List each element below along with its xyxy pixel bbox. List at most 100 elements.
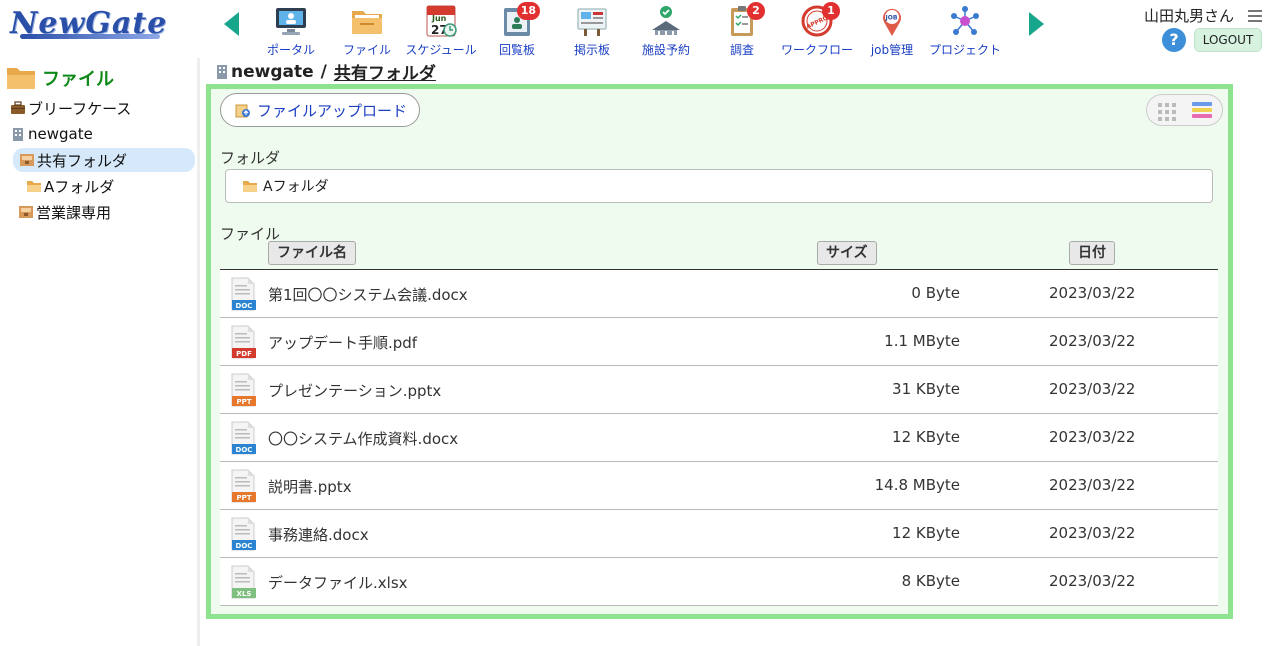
logout-button[interactable]: LOGOUT (1194, 28, 1262, 52)
app-schedule[interactable]: Jun 27 スケジュール (400, 4, 482, 57)
file-date: 2023/03/22 (1049, 332, 1136, 350)
app-file[interactable]: ファイル (326, 4, 408, 57)
file-size: 31 KByte (892, 380, 960, 398)
file-type-label: XLS (237, 590, 252, 598)
user-name[interactable]: 山田丸男さん (1144, 5, 1234, 26)
upload-button-label: ファイルアップロード (257, 101, 408, 120)
breadcrumb-separator: / (320, 61, 327, 82)
app-portal[interactable]: ポータル (250, 4, 332, 57)
newgate-logo[interactable]: NewGate (10, 6, 170, 42)
file-type-label: DOC (236, 542, 253, 550)
sidebar-item-a-folder[interactable]: Aフォルダ (26, 174, 114, 198)
file-type-label: PDF (236, 350, 252, 358)
calendar-icon: Jun 27 (424, 4, 458, 38)
survey-count-badge: 2 (747, 2, 765, 20)
file-list: DOC 第1回〇〇システム会議.docx 0 Byte 2023/03/22 PDF アッ… (220, 270, 1218, 606)
excel-icon: XLS (230, 565, 256, 599)
app-project[interactable]: プロジェクト (924, 4, 1006, 57)
file-name[interactable]: 〇〇システム作成資料.docx (268, 428, 458, 449)
app-circular[interactable]: 18 回覧板 (476, 2, 558, 57)
file-type-label: DOC (236, 446, 253, 454)
circular-board-icon: 18 (500, 2, 540, 38)
file-row[interactable]: DOC 〇〇システム作成資料.docx 12 KByte 2023/03/22 (220, 414, 1218, 462)
sidebar-item-label: Aフォルダ (44, 177, 115, 196)
file-date: 2023/03/22 (1049, 284, 1136, 302)
file-row[interactable]: PPT 説明書.pptx 14.8 MByte 2023/03/22 (220, 462, 1218, 510)
breadcrumb-root[interactable]: newgate (231, 62, 314, 82)
list-view-icon[interactable] (1192, 102, 1212, 120)
app-bulletin[interactable]: 掲示板 (551, 4, 633, 57)
file-row[interactable]: PDF アップデート手順.pdf 1.1 MByte 2023/03/22 (220, 318, 1218, 366)
file-name[interactable]: データファイル.xlsx (268, 572, 408, 593)
job-pin-icon: JOB (875, 4, 909, 38)
app-job[interactable]: JOB job管理 (851, 4, 933, 57)
file-date: 2023/03/22 (1049, 572, 1136, 590)
folder-icon (6, 65, 36, 91)
file-name[interactable]: アップデート手順.pdf (268, 332, 417, 353)
pdf-icon: PDF (230, 325, 256, 359)
file-date: 2023/03/22 (1049, 380, 1136, 398)
file-row[interactable]: XLS データファイル.xlsx 8 KByte 2023/03/22 (220, 558, 1218, 606)
folder-name: Aフォルダ (263, 179, 329, 195)
app-label: スケジュール (405, 43, 477, 57)
sidebar-item-briefcase[interactable]: ブリーフケース (10, 96, 131, 120)
app-label: 回覧板 (498, 43, 535, 57)
sidebar-item-label: newgate (28, 125, 93, 143)
file-name[interactable]: プレゼンテーション.pptx (268, 380, 441, 401)
building-icon (10, 127, 26, 141)
briefcase-icon (10, 101, 26, 115)
file-row[interactable]: DOC 事務連絡.docx 12 KByte 2023/03/22 (220, 510, 1218, 558)
shared-folder-icon (18, 205, 34, 219)
column-header-date[interactable]: 日付 (1069, 241, 1115, 265)
sidebar-item-newgate[interactable]: newgate (10, 122, 93, 146)
help-icon[interactable]: ? (1162, 28, 1186, 52)
survey-clipboard-icon: 2 (725, 2, 765, 38)
column-header-size[interactable]: サイズ (817, 241, 877, 265)
file-size: 12 KByte (892, 524, 960, 542)
nav-prev-arrow-icon[interactable] (224, 12, 239, 36)
file-row[interactable]: PPT プレゼンテーション.pptx 31 KByte 2023/03/22 (220, 366, 1218, 414)
file-type-label: PPT (236, 398, 251, 406)
folder-icon (26, 179, 42, 193)
job-pin-text: JOB (885, 15, 898, 22)
hamburger-menu-icon[interactable] (1248, 10, 1262, 22)
sidebar: ファイル ブリーフケース newgate 共有フォルダ Aフォルダ 営業課専用 (0, 58, 200, 646)
file-folder-icon (350, 4, 384, 38)
app-label: 掲示板 (573, 43, 610, 57)
sidebar-title-label: ファイル (42, 69, 114, 90)
file-size: 1.1 MByte (884, 332, 960, 350)
app-survey[interactable]: 2 調査 (701, 2, 783, 57)
shared-folder-icon (19, 153, 35, 167)
file-upload-button[interactable]: ファイルアップロード (220, 93, 420, 127)
file-name[interactable]: 第1回〇〇システム会議.docx (268, 284, 468, 305)
file-name[interactable]: 事務連絡.docx (268, 524, 369, 545)
grid-view-icon[interactable] (1158, 103, 1176, 121)
word-doc-icon: DOC (230, 277, 256, 311)
sidebar-item-shared-folder[interactable]: 共有フォルダ (13, 148, 195, 172)
folder-item-a[interactable]: Aフォルダ (225, 169, 1213, 203)
app-facility[interactable]: 施設予約 (625, 4, 707, 57)
sidebar-item-label: ブリーフケース (28, 99, 132, 118)
breadcrumb-current[interactable]: 共有フォルダ (334, 59, 436, 84)
building-icon (216, 64, 228, 79)
file-date: 2023/03/22 (1049, 428, 1136, 446)
file-row[interactable]: DOC 第1回〇〇システム会議.docx 0 Byte 2023/03/22 (220, 270, 1218, 318)
app-label: ワークフロー (780, 43, 853, 57)
project-network-icon (948, 4, 982, 38)
sidebar-title: ファイル (6, 62, 114, 94)
sidebar-item-label: 営業課専用 (36, 203, 112, 222)
bulletin-board-icon (575, 4, 609, 38)
powerpoint-icon: PPT (230, 469, 256, 503)
sidebar-item-sales[interactable]: 営業課専用 (18, 200, 111, 224)
circular-count-badge: 18 (516, 2, 540, 20)
approved-stamp-icon: APPROVED 1 (800, 2, 842, 38)
file-date: 2023/03/22 (1049, 524, 1136, 542)
column-header-name[interactable]: ファイル名 (268, 241, 356, 265)
app-label: プロジェクト (928, 43, 1001, 57)
file-size: 8 KByte (901, 572, 960, 590)
folder-icon (242, 180, 258, 193)
nav-next-arrow-icon[interactable] (1029, 12, 1044, 36)
file-date: 2023/03/22 (1049, 476, 1136, 494)
app-workflow[interactable]: APPROVED 1 ワークフロー (776, 2, 858, 57)
file-name[interactable]: 説明書.pptx (268, 476, 352, 497)
